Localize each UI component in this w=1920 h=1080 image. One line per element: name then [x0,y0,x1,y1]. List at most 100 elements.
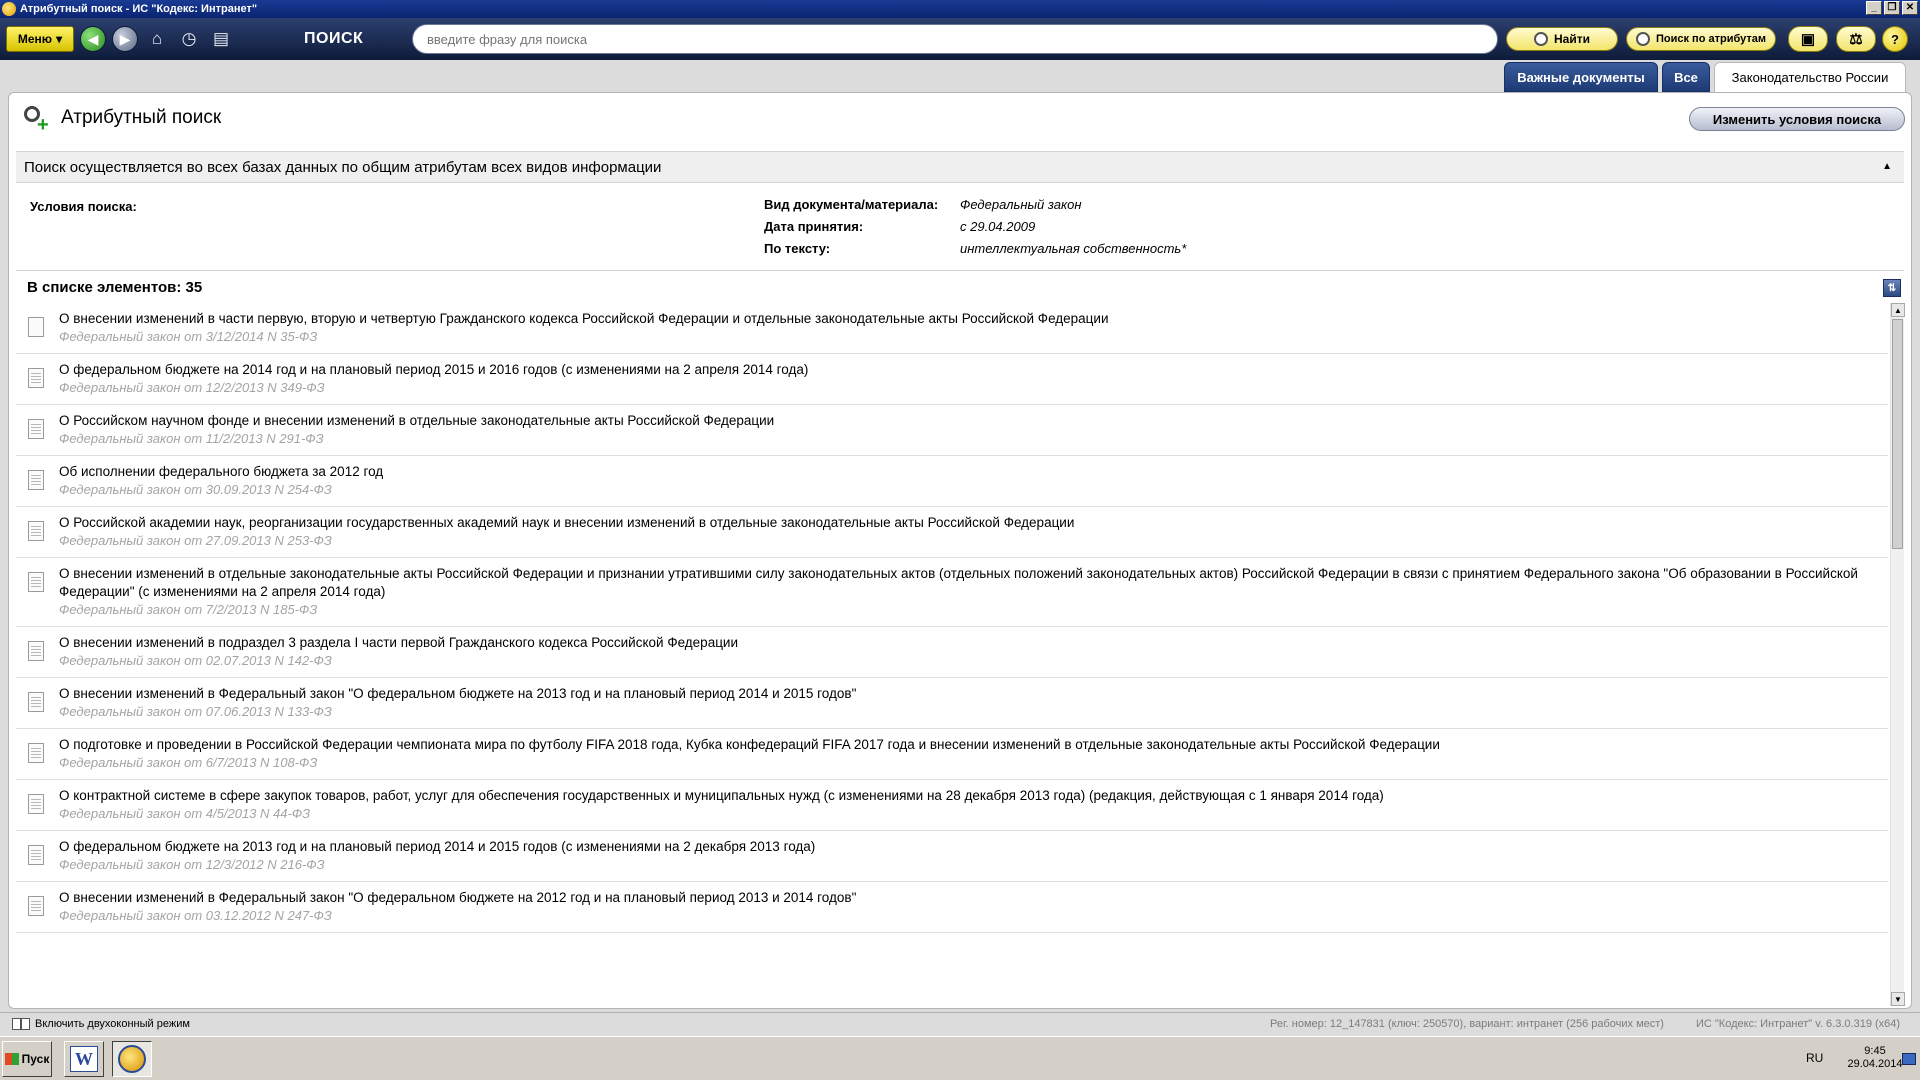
question-icon: ? [1891,31,1899,47]
document-icon [28,692,44,712]
document-icon [28,521,44,541]
scroll-down-icon[interactable]: ▼ [1891,992,1905,1006]
version-info: ИС "Кодекс: Интранет" v. 6.3.0.319 (x64) [1696,1017,1901,1030]
document-title[interactable]: О федеральном бюджете на 2013 год и на п… [59,838,1888,856]
list-item[interactable]: О внесении изменений в подраздел 3 разде… [16,627,1888,678]
document-title[interactable]: О внесении изменений в Федеральный закон… [59,685,1888,703]
history-button[interactable]: ◷ [176,26,202,52]
search-info-bar[interactable]: Поиск осуществляется во всех базах данны… [16,151,1904,183]
list-item[interactable]: О Российской академии наук, реорганизаци… [16,507,1888,558]
kodeks-app-icon [2,2,16,16]
list-item[interactable]: О внесении изменений в отдельные законод… [16,558,1888,627]
forward-button[interactable]: ▶ [112,26,138,52]
scroll-up-icon[interactable]: ▲ [1891,303,1905,317]
tray-network-icon[interactable] [1902,1053,1916,1065]
windows-flag-icon [4,1053,19,1065]
tab-russian-legislation[interactable]: Законодательство России [1714,62,1906,92]
list-item[interactable]: О внесении изменений в Федеральный закон… [16,678,1888,729]
document-title[interactable]: О внесении изменений в Федеральный закон… [59,889,1888,907]
restore-button[interactable]: ❐ [1884,1,1900,15]
change-conditions-button[interactable]: Изменить условия поиска [1689,107,1905,131]
vertical-scrollbar[interactable]: ▲ ▼ [1890,303,1905,1006]
language-indicator[interactable]: RU [1806,1051,1823,1065]
document-subtitle: Федеральный закон от 6/7/2013 N 108-ФЗ [59,755,318,770]
close-button[interactable]: ✕ [1902,1,1918,15]
find-button[interactable]: Найти [1506,27,1618,51]
condition-value: с 29.04.2009 [960,219,1036,234]
page-title: Атрибутный поиск [61,107,222,128]
condition-key: Вид документа/материала: [764,197,939,212]
condition-value: интеллектуальная собственность* [960,241,1187,256]
menu-button[interactable]: Меню ▾ [6,26,74,52]
scroll-thumb[interactable] [1892,319,1903,549]
window-title: Атрибутный поиск - ИС "Кодекс: Интранет" [20,3,258,15]
document-subtitle: Федеральный закон от 03.12.2012 N 247-ФЗ [59,908,332,923]
page-header: + Атрибутный поиск [21,103,222,135]
list-item[interactable]: О внесении изменений в части первую, вто… [16,303,1888,354]
two-window-icon [12,1017,30,1030]
tab-all[interactable]: Все [1662,62,1710,92]
list-item[interactable]: О подготовке и проведении в Российской Ф… [16,729,1888,780]
start-button[interactable]: Пуск [2,1041,52,1077]
document-subtitle: Федеральный закон от 02.07.2013 N 142-ФЗ [59,653,332,668]
taskbar-kodeks-button[interactable] [112,1041,152,1077]
document-icon [28,317,44,337]
document-subtitle: Федеральный закон от 12/3/2012 N 216-ФЗ [59,857,325,872]
arrow-right-icon: ▶ [119,30,131,47]
attribute-search-button[interactable]: Поиск по атрибутам [1626,27,1776,51]
collapse-up-icon[interactable]: ▲ [1882,161,1892,172]
scales-icon: ⚖ [1849,31,1863,48]
list-item[interactable]: О контрактной системе в сфере закупок то… [16,780,1888,831]
home-button[interactable]: ⌂ [144,26,170,52]
taskbar-word-button[interactable]: W [64,1041,104,1077]
search-info-text: Поиск осуществляется во всех базах данны… [24,158,662,176]
attribute-search-plus-icon: + [21,103,51,135]
minimize-button[interactable]: _ [1866,1,1882,15]
list-item[interactable]: О федеральном бюджете на 2013 год и на п… [16,831,1888,882]
list-item[interactable]: Об исполнении федерального бюджета за 20… [16,456,1888,507]
document-icon [28,743,44,763]
document-title[interactable]: О внесении изменений в части первую, вто… [59,310,1888,328]
document-title[interactable]: О подготовке и проведении в Российской Ф… [59,736,1888,754]
two-window-toggle[interactable]: Включить двухоконный режим [12,1017,190,1030]
document-title[interactable]: О федеральном бюджете на 2014 год и на п… [59,361,1888,379]
back-button[interactable]: ◀ [80,26,106,52]
document-icon [28,470,44,490]
list-item[interactable]: О внесении изменений в Федеральный закон… [16,882,1888,933]
status-bar: Включить двухоконный режим Рег. номер: 1… [0,1012,1920,1034]
search-icon [1534,32,1548,46]
document-subtitle: Федеральный закон от 30.09.2013 N 254-ФЗ [59,482,332,497]
condition-row: Дата принятия: с 29.04.2009 [764,219,1035,234]
chevron-down-icon: ▾ [56,32,63,46]
view-button[interactable]: ▣ [1788,26,1828,52]
tab-important-documents[interactable]: Важные документы [1504,62,1658,92]
list-item[interactable]: О федеральном бюджете на 2014 год и на п… [16,354,1888,405]
folder-icon: ▤ [212,29,230,48]
document-icon [28,845,44,865]
document-title[interactable]: О внесении изменений в подраздел 3 разде… [59,634,1888,652]
attribute-search-label: Поиск по атрибутам [1655,33,1767,45]
list-count: В списке элементов: 35 [27,278,203,296]
document-icon [28,896,44,916]
sort-button[interactable]: ⇅ [1883,279,1901,297]
search-input[interactable] [427,31,1497,47]
condition-value: Федеральный закон [960,197,1082,212]
list-item[interactable]: О Российском научном фонде и внесении из… [16,405,1888,456]
document-title[interactable]: О внесении изменений в отдельные законод… [59,565,1888,601]
folders-button[interactable]: ▤ [208,26,234,52]
document-title[interactable]: О Российском научном фонде и внесении из… [59,412,1888,430]
condition-key: По тексту: [764,241,831,256]
document-icon [28,794,44,814]
document-title[interactable]: Об исполнении федерального бюджета за 20… [59,463,1888,481]
document-subtitle: Федеральный закон от 07.06.2013 N 133-ФЗ [59,704,332,719]
two-window-label: Включить двухоконный режим [35,1017,190,1030]
help-button[interactable]: ? [1882,26,1908,52]
registration-info: Рег. номер: 12_147831 (ключ: 250570), ва… [1270,1017,1664,1030]
search-label: ПОИСК [304,30,364,47]
balance-button[interactable]: ⚖ [1836,26,1876,52]
condition-row: Вид документа/материала: Федеральный зак… [764,197,1082,212]
document-title[interactable]: О контрактной системе в сфере закупок то… [59,787,1888,805]
document-title[interactable]: О Российской академии наук, реорганизаци… [59,514,1888,532]
conditions-label: Условия поиска: [30,199,137,214]
monitor-icon: ▣ [1800,31,1816,48]
